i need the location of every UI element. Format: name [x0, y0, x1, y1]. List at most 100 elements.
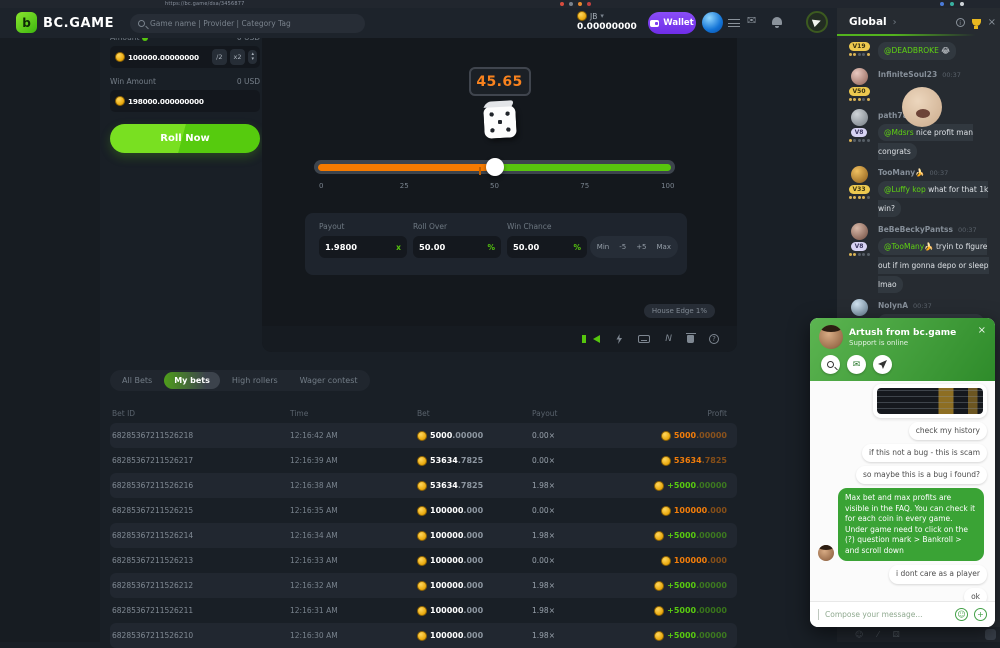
double-bet-button[interactable]: x2 — [230, 49, 246, 65]
game-search-input[interactable]: Game name | Provider | Category Tag — [130, 14, 365, 33]
col-payout: Payout — [532, 409, 652, 418]
table-row[interactable]: 68285367211526211 12:16:31 AM 100000.000… — [110, 598, 737, 623]
promo-icon[interactable] — [806, 11, 828, 33]
tab-my-bets[interactable]: My bets — [164, 372, 220, 389]
table-row[interactable]: 68285367211526212 12:16:32 AM 100000.000… — [110, 573, 737, 598]
table-row[interactable]: 68285367211526215 12:16:35 AM 100000.000… — [110, 498, 737, 523]
coin-icon — [115, 52, 125, 62]
win-chance-unit: % — [573, 243, 581, 252]
emoji-picker-icon[interactable]: ☺ — [955, 608, 968, 621]
tick-label: 100 — [661, 182, 674, 190]
amount-stepper[interactable]: ▴▾ — [248, 50, 257, 64]
bet-amount-input[interactable]: 100000.00000000 /2 x2 ▴▾ — [110, 46, 260, 68]
slider-handle[interactable] — [486, 158, 504, 176]
help-icon[interactable]: ? — [709, 334, 719, 344]
scroll-bottom-button[interactable] — [985, 629, 996, 640]
coin-icon — [417, 481, 427, 491]
emoji-icon[interactable]: ☺ — [855, 630, 863, 639]
roll-over-unit: % — [487, 243, 495, 252]
support-search-button[interactable] — [821, 355, 840, 374]
browser-ext-icon — [578, 2, 582, 6]
support-conversation: check my history if this not a bug - thi… — [810, 381, 995, 601]
wallet-button[interactable]: Wallet — [648, 12, 696, 34]
support-close-icon[interactable]: × — [978, 325, 986, 336]
plus-5-button[interactable]: +5 — [631, 243, 651, 251]
balance-selector[interactable]: JB ▾ 0.00000000 — [577, 11, 637, 32]
avatar[interactable] — [851, 68, 868, 85]
volume-icon[interactable] — [593, 335, 600, 343]
table-row[interactable]: 68285367211526210 12:16:30 AM 100000.000… — [110, 623, 737, 648]
menu-lines-icon[interactable] — [728, 19, 740, 27]
chat-username[interactable]: TooMany🍌 — [878, 168, 925, 177]
bell-icon[interactable] — [772, 17, 782, 25]
support-user-message: ok — [964, 588, 987, 602]
chat-username[interactable]: NolynA — [878, 301, 908, 310]
support-send-button[interactable] — [873, 355, 892, 374]
level-badge: V8 — [851, 128, 868, 137]
dice-icon — [483, 105, 517, 139]
roll-now-button[interactable]: Roll Now — [110, 124, 260, 153]
support-header: Artush from bc.game Support is online × … — [810, 318, 995, 381]
slider-scale: 0 25 50 75 100 — [314, 182, 675, 192]
support-mail-button[interactable]: ✉ — [847, 355, 866, 374]
min-button[interactable]: Min — [592, 243, 614, 251]
avatar[interactable] — [851, 299, 868, 316]
chevron-right-icon[interactable]: › — [893, 17, 897, 28]
table-row[interactable]: 68285367211526213 12:16:33 AM 100000.000… — [110, 548, 737, 573]
minus-5-button[interactable]: -5 — [614, 243, 631, 251]
roll-over-input[interactable]: 50.00 % — [413, 236, 501, 258]
max-button[interactable]: Max — [652, 243, 676, 251]
brand-name[interactable]: BC.GAME — [43, 16, 114, 31]
chat-message: V50 InfiniteSoul2300:37 — [844, 66, 993, 101]
support-composer[interactable]: Compose your message... ☺ + — [810, 601, 995, 627]
win-chance-input[interactable]: 50.00 % — [507, 236, 587, 258]
table-row[interactable]: 68285367211526214 12:16:34 AM 100000.000… — [110, 523, 737, 548]
chat-username[interactable]: InfiniteSoul23 — [878, 70, 937, 79]
win-amount-input[interactable]: 198000.000000000 — [110, 90, 260, 112]
level-badge: V33 — [849, 185, 870, 194]
support-user-message: i dont care as a player — [889, 565, 987, 583]
roll-slider[interactable] — [314, 160, 675, 174]
rain-icon[interactable]: ⁄ — [877, 630, 878, 639]
half-bet-button[interactable]: /2 — [212, 49, 226, 65]
chat-info-icon[interactable]: i — [956, 18, 965, 27]
mail-icon[interactable]: ✉ — [747, 14, 756, 27]
chat-username[interactable]: BeBeBeckyPantss — [878, 225, 953, 234]
coin-icon — [661, 506, 671, 516]
chat-message: V33 TooMany🍌00:37 @Luffy kop what for th… — [844, 164, 993, 215]
avatar[interactable] — [851, 223, 868, 240]
table-row[interactable]: 68285367211526217 12:16:39 AM 53634.7825… — [110, 448, 737, 473]
turbo-icon[interactable] — [615, 334, 623, 344]
coin-icon — [417, 631, 427, 641]
table-row[interactable]: 68285367211526216 12:16:38 AM 53634.7825… — [110, 473, 737, 498]
payout-input[interactable]: 1.9800 x — [319, 236, 407, 258]
col-profit: Profit — [707, 409, 727, 418]
user-avatar[interactable] — [702, 12, 723, 33]
wallet-label: Wallet — [663, 18, 693, 28]
table-row[interactable]: 68285367211526218 12:16:42 AM 5000.00000… — [110, 423, 737, 448]
payout-unit: x — [396, 243, 401, 252]
hotkeys-icon[interactable] — [638, 335, 650, 343]
tab-high-rollers[interactable]: High rollers — [222, 372, 288, 389]
trophy-icon[interactable] — [972, 19, 981, 26]
tab-wager-contest[interactable]: Wager contest — [290, 372, 368, 389]
chat-message: V19 @DEADBROKE 😂 — [844, 41, 993, 60]
col-time: Time — [290, 409, 417, 418]
coin-icon — [577, 11, 587, 21]
coin-icon — [661, 556, 671, 566]
chat-channel[interactable]: Global — [849, 16, 887, 28]
chevron-down-icon: ▾ — [600, 12, 604, 20]
chat-close-icon[interactable]: × — [988, 17, 996, 28]
attachment-icon[interactable]: + — [974, 608, 987, 621]
dice-icon[interactable]: ⚄ — [893, 630, 900, 639]
avatar[interactable] — [851, 166, 868, 183]
tick-label: 50 — [490, 182, 499, 190]
avatar[interactable] — [851, 109, 868, 126]
bets-table: Bet ID Time Bet Payout Profit 6828536721… — [110, 403, 737, 648]
chat-message: V8 BeBeBeckyPantss00:37 @TooMany🍌 tryin … — [844, 221, 993, 291]
attached-screenshot[interactable] — [873, 384, 987, 418]
tab-all-bets[interactable]: All Bets — [112, 372, 162, 389]
trends-icon[interactable]: N — [665, 334, 672, 344]
clear-icon[interactable] — [687, 335, 694, 343]
brand-logo-icon[interactable]: b — [16, 12, 37, 33]
